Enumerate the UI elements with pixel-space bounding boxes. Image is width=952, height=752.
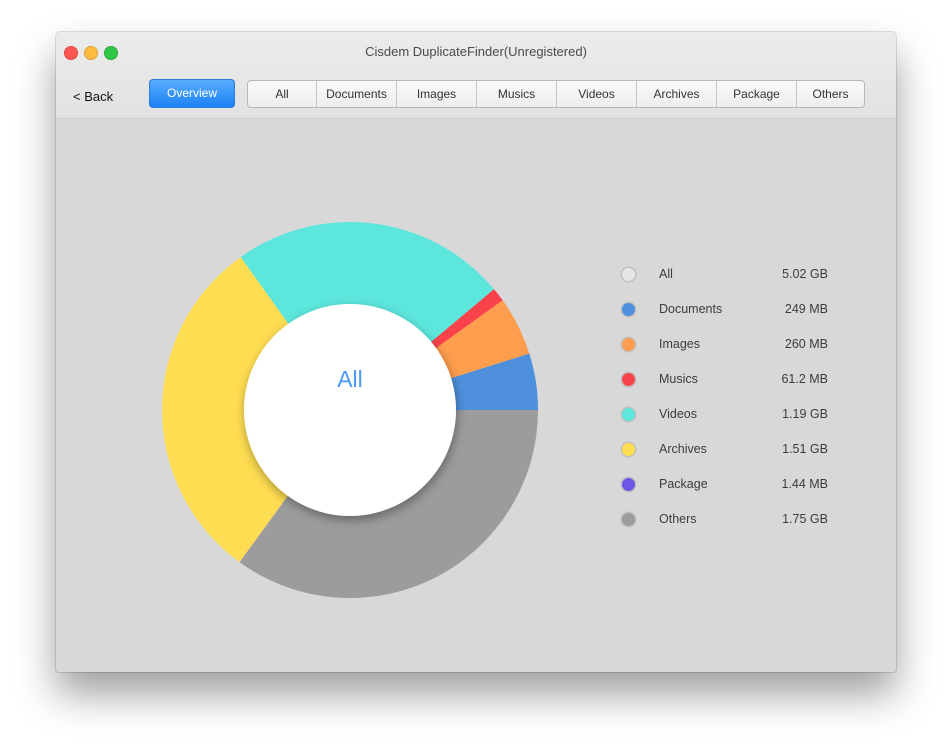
archives-color-swatch: [622, 443, 635, 456]
legend-item-documents[interactable]: Documents 249 MB: [622, 299, 842, 334]
legend-item-images[interactable]: Images 260 MB: [622, 334, 842, 369]
title-bar: Cisdem DuplicateFinder(Unregistered) < B…: [56, 32, 896, 119]
legend-item-all[interactable]: All 5.02 GB: [622, 264, 842, 299]
documents-color-swatch: [622, 303, 635, 316]
legend: All 5.02 GB Documents 249 MB Images 260 …: [622, 264, 842, 544]
donut-chart: [161, 222, 538, 598]
legend-label: Musics: [659, 372, 698, 386]
legend-label: Documents: [659, 302, 723, 316]
donut-center[interactable]: [244, 304, 456, 516]
legend-item-archives[interactable]: Archives 1.51 GB: [622, 439, 842, 474]
legend-value: 1.51 GB: [782, 442, 828, 456]
legend-item-package[interactable]: Package 1.44 MB: [622, 474, 842, 509]
legend-value: 1.75 GB: [782, 512, 828, 526]
others-color-swatch: [622, 513, 635, 526]
overview-panel: All All 5.02 GB Documents 249 MB Images …: [56, 119, 896, 672]
legend-value: 249 MB: [784, 302, 828, 316]
category-tabs: All Documents Images Musics Videos Archi…: [247, 80, 865, 108]
legend-value: 1.44 MB: [781, 477, 828, 491]
tab-images[interactable]: Images: [397, 81, 477, 107]
legend-item-musics[interactable]: Musics 61.2 MB: [622, 369, 842, 404]
tab-videos[interactable]: Videos: [557, 81, 637, 107]
back-button[interactable]: < Back: [73, 89, 113, 104]
images-color-swatch: [622, 338, 635, 351]
app-window: Cisdem DuplicateFinder(Unregistered) < B…: [56, 32, 896, 672]
legend-label: Others: [659, 512, 697, 526]
tab-musics[interactable]: Musics: [477, 81, 557, 107]
musics-color-swatch: [622, 373, 635, 386]
overview-button[interactable]: Overview: [149, 79, 235, 108]
legend-value: 61.2 MB: [781, 372, 828, 386]
donut-center-label: All: [337, 366, 363, 392]
legend-value: 5.02 GB: [782, 267, 828, 281]
legend-label: Videos: [659, 407, 697, 421]
legend-label: Package: [659, 477, 708, 491]
legend-label: All: [659, 267, 673, 281]
legend-item-others[interactable]: Others 1.75 GB: [622, 509, 842, 544]
package-color-swatch: [622, 478, 635, 491]
tab-documents[interactable]: Documents: [317, 81, 397, 107]
all-color-swatch: [622, 268, 635, 281]
window-title: Cisdem DuplicateFinder(Unregistered): [365, 44, 587, 59]
legend-value: 260 MB: [784, 337, 828, 351]
legend-label: Images: [659, 337, 700, 351]
tab-package[interactable]: Package: [717, 81, 797, 107]
tab-all[interactable]: All: [248, 81, 317, 107]
tab-others[interactable]: Others: [797, 81, 864, 107]
videos-color-swatch: [622, 408, 635, 421]
legend-label: Archives: [659, 442, 707, 456]
tab-archives[interactable]: Archives: [637, 81, 717, 107]
legend-value: 1.19 GB: [782, 407, 828, 421]
legend-item-videos[interactable]: Videos 1.19 GB: [622, 404, 842, 439]
